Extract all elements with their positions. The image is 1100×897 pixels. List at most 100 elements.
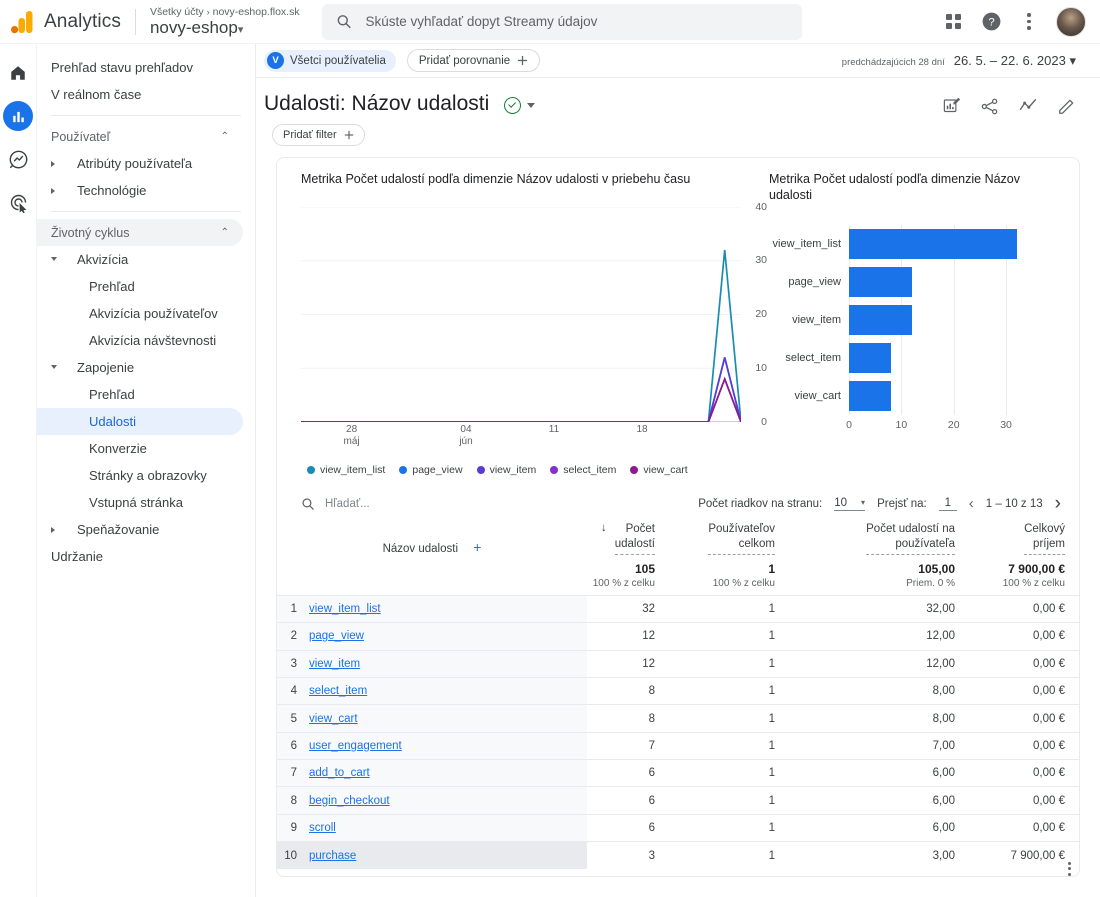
account-selector[interactable]: Všetky účty › novy-eshop.flox.sk novy-esho… [150,6,300,38]
table-row[interactable]: 5 view_cart 8 1 8,00 0,00 € [277,704,1079,733]
legend-item-view_item[interactable]: view_item [476,464,536,476]
bar-select_item[interactable] [849,343,891,374]
caret-down-icon[interactable] [527,102,536,108]
row-dimension[interactable]: view_item [307,649,587,678]
legend-item-page_view[interactable]: page_view [399,464,463,476]
bar-row[interactable]: view_cart [769,377,1044,416]
bar-row[interactable]: select_item [769,339,1044,378]
bar-chart[interactable]: view_item_list page_view view_item select_i… [769,225,1044,416]
legend-item-view_item_list[interactable]: view_item_list [307,464,385,476]
date-range-selector[interactable]: predchádzajúcich 28 dní 26. 5. – 22. 6. … [842,53,1100,69]
sidebar-item-zapojenie[interactable]: Zapojenie [37,354,243,381]
legend-item-select_item[interactable]: select_item [550,464,616,476]
row-dimension[interactable]: select_item [307,676,587,705]
trend-analysis-icon[interactable] [1018,96,1038,121]
event-name-link[interactable]: view_item [309,658,360,670]
sidebar-item-str-nky-a-obrazovky[interactable]: Stránky a obrazovky [37,462,243,489]
property-name[interactable]: novy-eshop▾ [150,18,300,38]
table-row[interactable]: 8 begin_checkout 6 1 6,00 0,00 € [277,786,1079,815]
sidebar-item-v-re-lnom-ase[interactable]: V reálnom čase [37,81,243,108]
col-users-header-cell[interactable]: Používateľov celkom [669,522,789,562]
event-name-link[interactable]: user_engagement [309,740,402,752]
date-range-value[interactable]: 26. 5. – 22. 6. 2023 ▾ [954,53,1076,69]
sidebar-item-akviz-cia[interactable]: Akvizícia [37,246,243,273]
sidebar-item-pou-vate[interactable]: Používateľ ⌃ [37,123,243,150]
event-name-link[interactable]: add_to_cart [309,767,370,779]
sidebar-item-preh-ad-stavu-preh-adov[interactable]: Prehľad stavu prehľadov [37,54,243,81]
bar-row[interactable]: view_item [769,301,1044,340]
sidebar-item-ivotn-cyklus[interactable]: Životný cyklus ⌃ [37,219,243,246]
sidebar-item-atrib-ty-pou-vate-a[interactable]: Atribúty používateľa [37,150,243,177]
bar-row[interactable]: view_item_list [769,225,1044,264]
table-row[interactable]: 10 purchase 3 1 3,00 7 900,00 € [277,841,1079,876]
table-search-input[interactable] [323,496,493,511]
bar-page_view[interactable] [849,267,912,298]
row-dimension[interactable]: user_engagement [307,731,587,760]
row-dimension[interactable]: scroll [307,813,587,842]
sidebar-item-vstupn-str-nka[interactable]: Vstupná stránka [37,489,243,516]
event-name-link[interactable]: purchase [309,850,356,862]
share-icon[interactable] [980,97,999,121]
sidebar-item-preh-ad[interactable]: Prehľad [37,381,243,408]
rail-item-explore[interactable] [3,144,33,174]
table-row[interactable]: 9 scroll 6 1 6,00 0,00 € [277,813,1079,842]
sidebar-item-preh-ad[interactable]: Prehľad [37,273,243,300]
col-revenue-header-cell[interactable]: Celkový príjem [969,522,1079,562]
row-more-vert-icon[interactable] [1068,861,1071,876]
bar-view_item_list[interactable] [849,229,1017,260]
chevron-up-icon[interactable]: ⌃ [221,131,229,142]
plus-icon[interactable]: + [473,539,481,555]
sidebar-item-akviz-cia-pou-vate-ov[interactable]: Akvizícia používateľov [37,300,243,327]
row-dimension[interactable]: begin_checkout [307,786,587,815]
sidebar-item-konverzie[interactable]: Konverzie [37,435,243,462]
table-row[interactable]: 4 select_item 8 1 8,00 0,00 € [277,676,1079,705]
audience-chip[interactable]: V Všetci používatelia [264,49,396,72]
table-row[interactable]: 7 add_to_cart 6 1 6,00 0,00 € [277,759,1079,787]
sidebar-item-udr-anie[interactable]: Udržanie [37,543,243,570]
col-per-user-header-cell[interactable]: Počet udalostí na používateľa [789,522,969,562]
sidebar-item-technol-gie[interactable]: Technológie [37,177,243,204]
row-dimension[interactable]: page_view [307,622,587,651]
chevron-up-icon[interactable]: ⌃ [221,227,229,238]
sidebar-item-akviz-cia-n-v-tevnosti[interactable]: Akvizícia návštevnosti [37,327,243,354]
rail-item-reports[interactable] [3,101,33,131]
next-page-button[interactable]: › [1055,494,1061,513]
row-dimension[interactable]: purchase [307,841,587,870]
sidebar-item-udalosti[interactable]: Udalosti [37,408,243,435]
rail-item-home[interactable] [3,58,33,88]
dimension-header[interactable]: Názov udalosti + [277,522,587,562]
user-avatar[interactable] [1056,6,1086,37]
table-search[interactable] [301,496,493,511]
event-name-link[interactable]: view_item_list [309,603,381,615]
more-vert-icon[interactable] [1018,11,1040,33]
goto-page-input[interactable]: 1 [938,497,957,511]
row-dimension[interactable]: view_item_list [307,594,587,623]
sort-column-header[interactable]: ↓ Počet udalostí [587,522,669,562]
add-filter-button[interactable]: Pridať filter [272,124,365,147]
table-row[interactable]: 2 page_view 12 1 12,00 0,00 € [277,622,1079,651]
help-icon[interactable]: ? [980,11,1002,33]
event-name-link[interactable]: page_view [309,630,364,642]
add-comparison-button[interactable]: Pridať porovnanie [406,49,541,72]
prev-page-button[interactable]: ‹ [969,496,974,511]
search-input[interactable] [363,13,788,30]
bar-view_cart[interactable] [849,381,891,412]
event-name-link[interactable]: scroll [309,822,336,834]
insights-icon[interactable] [942,97,961,121]
rail-item-advertising[interactable] [3,187,33,217]
table-row[interactable]: 6 user_engagement 7 1 7,00 0,00 € [277,731,1079,760]
rows-per-page-select[interactable]: 10 ▾ [834,497,866,511]
bar-row[interactable]: page_view [769,263,1044,302]
row-dimension[interactable]: view_cart [307,704,587,733]
apps-grid-icon[interactable] [942,11,964,33]
table-row[interactable]: 3 view_item 12 1 12,00 0,00 € [277,649,1079,678]
event-name-link[interactable]: view_cart [309,713,358,725]
sidebar-item-spe-a-ovanie[interactable]: Speňažovanie [37,516,243,543]
global-search[interactable] [321,3,802,40]
edit-pencil-icon[interactable] [1057,97,1076,121]
row-dimension[interactable]: add_to_cart [307,759,587,787]
bar-view_item[interactable] [849,305,912,336]
table-row[interactable]: 1 view_item_list 32 1 32,00 0,00 € [277,594,1079,623]
analytics-logo-icon[interactable] [0,10,44,34]
event-name-link[interactable]: select_item [309,685,367,697]
